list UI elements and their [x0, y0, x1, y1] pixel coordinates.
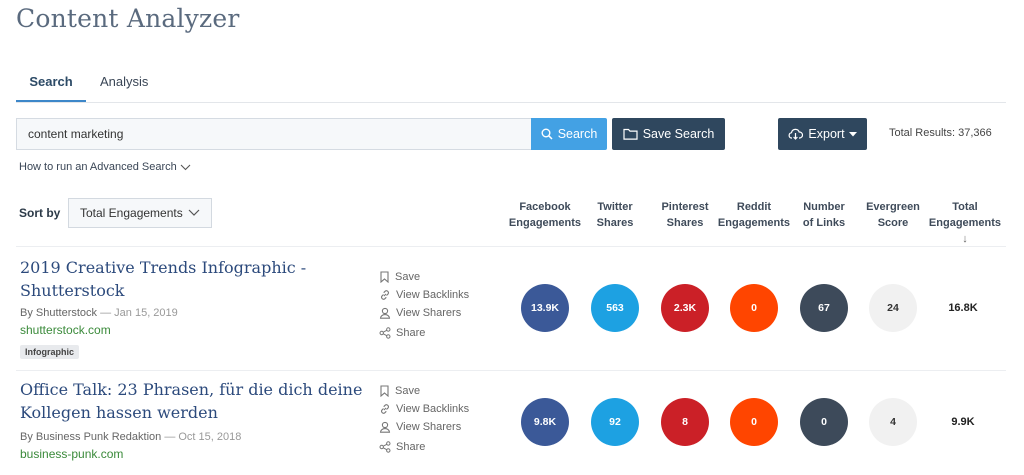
column-header-total[interactable]: Total Engagements ↓ [925, 199, 1005, 247]
result-byline: By Shutterstock — Jan 15, 2019 [20, 307, 178, 319]
result-date: — Jan 15, 2019 [100, 307, 178, 319]
folder-icon [623, 128, 638, 140]
result-author: By Business Punk Redaktion [20, 431, 162, 443]
tab-analysis[interactable]: Analysis [100, 74, 148, 89]
view-backlinks-action[interactable]: View Backlinks [379, 289, 469, 301]
reddit-engagements-circle: 0 [730, 398, 778, 446]
reddit-engagements-circle: 0 [730, 284, 778, 332]
chevron-down-icon [180, 164, 191, 170]
column-header-pinterest[interactable]: Pinterest Shares [645, 199, 725, 231]
result-byline: By Business Punk Redaktion — Oct 15, 201… [20, 431, 241, 443]
evergreen-score-circle: 4 [869, 398, 917, 446]
total-engagements-value: 9.9K [951, 416, 975, 428]
content-type-badge: Infographic [20, 345, 79, 359]
sort-label: Sort by [19, 206, 61, 220]
number-of-links-circle: 0 [800, 398, 848, 446]
tab-search[interactable]: Search [16, 74, 86, 89]
search-button-label: Search [557, 127, 598, 141]
column-header-twitter[interactable]: Twitter Shares [575, 199, 655, 231]
view-sharers-action[interactable]: View Sharers [379, 307, 461, 319]
chevron-down-icon [188, 209, 200, 216]
save-action[interactable]: Save [379, 271, 420, 283]
sort-selected-value: Total Engagements [80, 206, 183, 220]
share-action[interactable]: Share [379, 327, 425, 339]
column-header-facebook[interactable]: Facebook Engagements [505, 199, 585, 231]
save-action[interactable]: Save [379, 385, 420, 397]
result-row: Office Talk: 23 Phrasen, für die dich de… [16, 370, 1006, 475]
active-tab-indicator [16, 100, 86, 102]
result-row: 2019 Creative Trends Infographic - Shutt… [16, 246, 1006, 370]
advanced-search-link[interactable]: How to run an Advanced Search [19, 161, 191, 173]
share-icon [379, 441, 391, 453]
tab-bar: Search Analysis [16, 64, 1006, 103]
result-domain[interactable]: business-punk.com [20, 447, 123, 461]
twitter-shares-circle: 92 [591, 398, 639, 446]
column-header-reddit[interactable]: Reddit Engagements [714, 199, 794, 231]
save-search-button[interactable]: Save Search [612, 118, 725, 150]
view-backlinks-action[interactable]: View Backlinks [379, 403, 469, 415]
total-results: Total Results: 37,366 [889, 127, 992, 139]
share-action[interactable]: Share [379, 441, 425, 453]
result-author: By Shutterstock [20, 307, 98, 319]
page-title: Content Analyzer [16, 4, 240, 33]
result-title[interactable]: Office Talk: 23 Phrasen, für die dich de… [20, 378, 365, 424]
result-date: — Oct 15, 2018 [164, 431, 242, 443]
pinterest-shares-circle: 8 [661, 398, 709, 446]
advanced-search-label: How to run an Advanced Search [19, 161, 177, 173]
result-domain[interactable]: shutterstock.com [20, 323, 111, 337]
evergreen-score-circle: 24 [869, 284, 917, 332]
result-title[interactable]: 2019 Creative Trends Infographic - Shutt… [20, 256, 365, 302]
caret-down-icon [848, 131, 857, 136]
user-icon [379, 307, 391, 319]
facebook-engagements-circle: 13.9K [521, 284, 569, 332]
view-sharers-action[interactable]: View Sharers [379, 421, 461, 433]
link-icon [381, 290, 389, 300]
pinterest-shares-circle: 2.3K [661, 284, 709, 332]
link-icon [381, 404, 389, 414]
twitter-shares-circle: 563 [591, 284, 639, 332]
save-search-label: Save Search [642, 127, 715, 141]
cloud-download-icon [788, 128, 804, 140]
column-header-links[interactable]: Number of Links [784, 199, 864, 231]
column-header-evergreen[interactable]: Evergreen Score [853, 199, 933, 231]
export-label: Export [808, 127, 845, 141]
facebook-engagements-circle: 9.8K [521, 398, 569, 446]
share-icon [379, 327, 391, 339]
export-button[interactable]: Export [778, 118, 867, 150]
sort-dropdown[interactable]: Total Engagements [68, 198, 212, 228]
user-icon [379, 421, 391, 433]
search-input[interactable] [16, 118, 531, 150]
total-engagements-value: 16.8K [948, 302, 978, 314]
search-icon [541, 128, 553, 140]
sort-arrow-icon: ↓ [962, 233, 968, 245]
search-button[interactable]: Search [531, 118, 607, 150]
number-of-links-circle: 67 [800, 284, 848, 332]
bookmark-icon [380, 385, 389, 397]
bookmark-icon [380, 271, 389, 283]
